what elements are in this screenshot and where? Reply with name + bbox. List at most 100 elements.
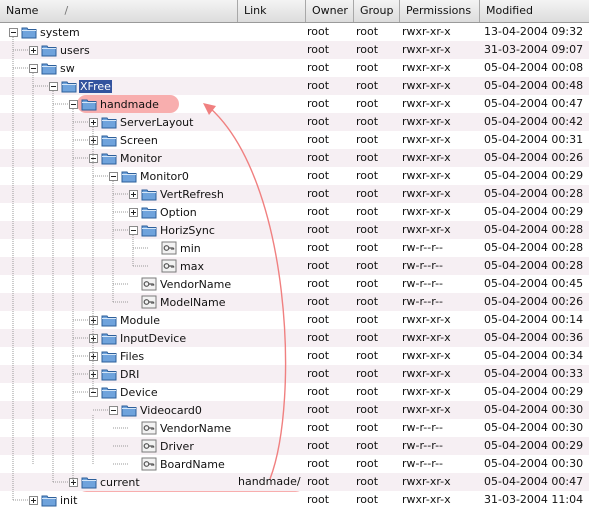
tree-row[interactable]: init root root rwxr-xr-x 31-03-2004 11:04	[0, 491, 589, 509]
link-cell	[238, 329, 306, 347]
permissions-cell: rwxr-xr-x	[402, 151, 451, 164]
tree-row[interactable]: XFree root root rwxr-xr-x 05-04-2004 00:48	[0, 77, 589, 95]
tree-row[interactable]: BoardName root root rw-r--r-- 05-04-2004 00:…	[0, 455, 589, 473]
tree-row[interactable]: VertRefresh root root rwxr-xr-x 05-04-2004 0…	[0, 185, 589, 203]
link-cell	[238, 221, 306, 239]
link-cell	[238, 383, 306, 401]
owner-cell: root	[307, 367, 330, 380]
tree-row[interactable]: InputDevice root root rwxr-xr-x 05-04-2004 0…	[0, 329, 589, 347]
expand-icon[interactable]	[69, 477, 78, 487]
group-cell: root	[356, 169, 379, 182]
tree-row[interactable]: handmade root root rwxr-xr-x 05-04-2004 00:4…	[0, 95, 589, 113]
tree-row[interactable]: Device root root rwxr-xr-x 05-04-2004 00:29	[0, 383, 589, 401]
group-cell: root	[356, 25, 379, 38]
folder-icon	[101, 387, 117, 399]
tree-item-label: Option	[160, 205, 197, 219]
tree-row[interactable]: DRI root root rwxr-xr-x 05-04-2004 00:33	[0, 365, 589, 383]
link-cell	[238, 347, 306, 365]
column-header-owner[interactable]: Owner	[306, 0, 354, 22]
owner-cell: root	[307, 403, 330, 416]
folder-icon	[101, 153, 117, 165]
tree-row[interactable]: ServerLayout root root rwxr-xr-x 05-04-2004 …	[0, 113, 589, 131]
expand-icon[interactable]	[89, 117, 98, 127]
collapse-icon[interactable]	[29, 63, 38, 73]
tree-row[interactable]: min root root rw-r--r-- 05-04-2004 00:28	[0, 239, 589, 257]
tree-row[interactable]: Module root root rwxr-xr-x 05-04-2004 00:14	[0, 311, 589, 329]
column-header-bar: Name / Link Owner Group Permissions Modif…	[0, 0, 589, 23]
folder-icon	[81, 99, 97, 111]
folder-icon	[61, 81, 77, 93]
collapse-icon[interactable]	[109, 405, 118, 415]
sort-indicator-icon: /	[64, 4, 69, 17]
modified-cell: 05-04-2004 00:30	[484, 421, 584, 434]
expand-icon[interactable]	[129, 207, 138, 217]
group-cell: root	[356, 349, 379, 362]
tree-row[interactable]: VendorName root root rw-r--r-- 05-04-2004 00…	[0, 419, 589, 437]
tree-item-label: ModelName	[160, 295, 226, 309]
link-cell	[238, 185, 306, 203]
column-header-link[interactable]: Link	[238, 0, 306, 22]
tree-row[interactable]: current handmade/root root rwxr-xr-x 05-04-2…	[0, 473, 589, 491]
expand-icon[interactable]	[29, 45, 38, 55]
group-cell: root	[356, 79, 379, 92]
modified-cell: 05-04-2004 00:29	[484, 169, 584, 182]
group-cell: root	[356, 403, 379, 416]
expand-icon[interactable]	[89, 315, 98, 325]
tree-row[interactable]: users root root rwxr-xr-x 31-03-2004 09:07	[0, 41, 589, 59]
tree-item-label: Module	[120, 313, 160, 327]
expand-icon[interactable]	[89, 351, 98, 361]
modified-cell: 05-04-2004 00:28	[484, 223, 584, 236]
owner-cell: root	[307, 259, 330, 272]
link-cell	[238, 131, 306, 149]
tree-row[interactable]: VendorName root root rw-r--r-- 05-04-2004 00…	[0, 275, 589, 293]
modified-cell: 05-04-2004 00:36	[484, 331, 584, 344]
tree-item-name-cell: VendorName	[129, 275, 232, 293]
tree-row[interactable]: Monitor root root rwxr-xr-x 05-04-2004 00:26	[0, 149, 589, 167]
permissions-cell: rw-r--r--	[402, 277, 444, 290]
group-cell: root	[356, 421, 379, 434]
link-cell	[238, 59, 306, 77]
expand-icon[interactable]	[29, 495, 38, 505]
tree-row[interactable]: Files root root rwxr-xr-x 05-04-2004 00:34	[0, 347, 589, 365]
expand-icon[interactable]	[89, 369, 98, 379]
folder-icon	[101, 369, 117, 381]
tree-row[interactable]: Videocard0 root root rwxr-xr-x 05-04-2004 00…	[0, 401, 589, 419]
expand-icon[interactable]	[89, 333, 98, 343]
modified-cell: 05-04-2004 00:47	[484, 475, 584, 488]
link-cell	[238, 203, 306, 221]
expand-icon[interactable]	[129, 189, 138, 199]
folder-icon	[141, 189, 157, 201]
owner-cell: root	[307, 151, 330, 164]
tree-item-label: sw	[60, 61, 75, 75]
column-header-modified[interactable]: Modified	[480, 0, 589, 22]
modified-cell: 05-04-2004 00:08	[484, 61, 584, 74]
collapse-icon[interactable]	[89, 153, 98, 163]
key-file-icon	[161, 259, 177, 273]
tree-row[interactable]: Screen root root rwxr-xr-x 05-04-2004 00:31	[0, 131, 589, 149]
modified-cell: 05-04-2004 00:48	[484, 79, 584, 92]
permissions-cell: rw-r--r--	[402, 421, 444, 434]
collapse-icon[interactable]	[9, 27, 18, 37]
collapse-icon[interactable]	[109, 171, 118, 181]
collapse-icon[interactable]	[89, 387, 98, 397]
group-cell: root	[356, 277, 379, 290]
tree-row[interactable]: sw root root rwxr-xr-x 05-04-2004 00:08	[0, 59, 589, 77]
collapse-icon[interactable]	[49, 81, 58, 91]
tree-row[interactable]: Monitor0 root root rwxr-xr-x 05-04-2004 00:2…	[0, 167, 589, 185]
link-cell	[238, 167, 306, 185]
tree-row[interactable]: HorizSync root root rwxr-xr-x 05-04-2004 00:…	[0, 221, 589, 239]
expand-icon[interactable]	[89, 135, 98, 145]
column-header-group[interactable]: Group	[354, 0, 400, 22]
tree-row[interactable]: ModelName root root rw-r--r-- 05-04-2004 00:…	[0, 293, 589, 311]
tree-row[interactable]: Option root root rwxr-xr-x 05-04-2004 00:29	[0, 203, 589, 221]
folder-icon	[41, 495, 57, 507]
collapse-icon[interactable]	[69, 99, 78, 109]
tree-row[interactable]: system root root rwxr-xr-x 13-04-2004 09:32	[0, 23, 589, 41]
column-header-permissions[interactable]: Permissions	[400, 0, 480, 22]
tree-row[interactable]: max root root rw-r--r-- 05-04-2004 00:28	[0, 257, 589, 275]
tree-item-label: VendorName	[160, 421, 232, 435]
collapse-icon[interactable]	[129, 225, 138, 235]
tree-item-label: BoardName	[160, 457, 225, 471]
column-header-name[interactable]: Name /	[0, 0, 238, 22]
tree-row[interactable]: Driver root root rw-r--r-- 05-04-2004 00:29	[0, 437, 589, 455]
